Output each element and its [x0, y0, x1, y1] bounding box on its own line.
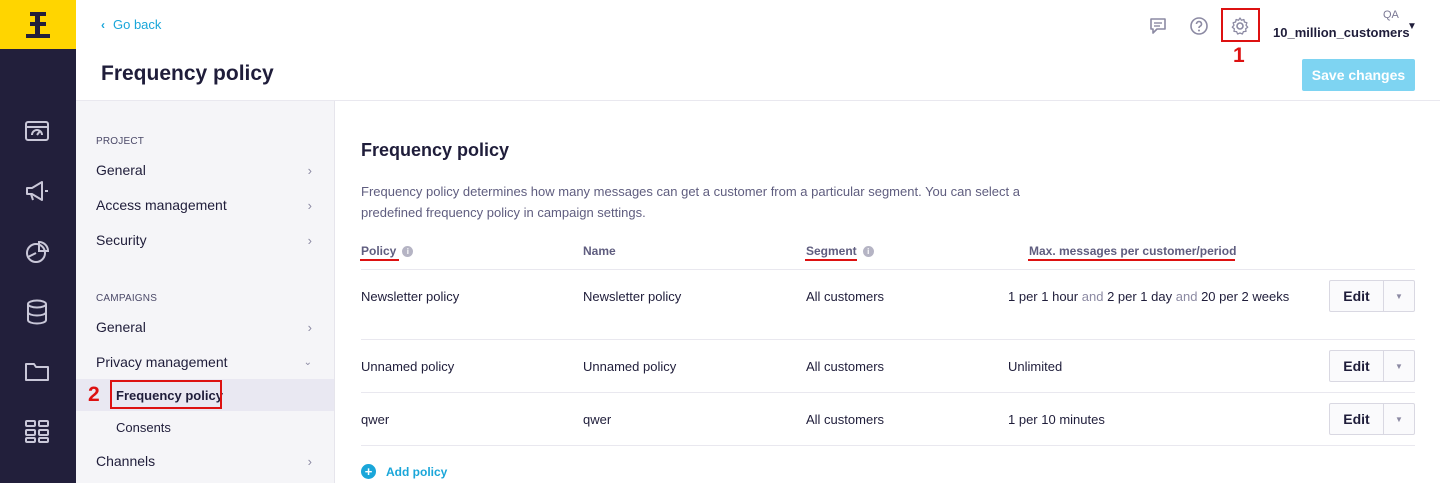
cell-policy: qwer	[361, 412, 390, 427]
segment-underline	[805, 259, 857, 261]
help-icon[interactable]	[1187, 14, 1211, 38]
go-back-link[interactable]: ‹ Go back	[101, 17, 161, 32]
frequency-policy-highlight-box	[110, 380, 222, 409]
folder-icon[interactable]	[22, 356, 52, 386]
cell-segment: All customers	[806, 289, 885, 304]
column-header-label: Segment	[806, 244, 857, 258]
caret-down-icon[interactable]: ▼	[1384, 351, 1414, 381]
apps-grid-icon[interactable]	[22, 416, 52, 446]
cell-max-messages: Unlimited	[1008, 359, 1063, 374]
chat-icon[interactable]	[1146, 14, 1170, 38]
section-title: Frequency policy	[361, 140, 510, 160]
edit-button-group: Edit ▼	[1329, 350, 1415, 382]
annotation-number-1: 1	[1233, 44, 1245, 67]
annotation-number-2: 2	[88, 383, 100, 406]
conjunction-text: and	[1081, 289, 1104, 304]
sidebar-item-label: General	[96, 319, 146, 335]
sidebar-item-label: Channels	[96, 453, 156, 469]
column-header-policy: Policy i	[361, 244, 414, 258]
column-header-max-messages: Max. messages per customer/period	[1029, 244, 1236, 258]
column-header-segment: Segment i	[806, 244, 874, 258]
sidebar-item-general[interactable]: General ›	[76, 153, 334, 187]
column-header-label: Name	[583, 244, 616, 258]
edit-button-group: Edit ▼	[1329, 280, 1415, 312]
chevron-right-icon: ›	[307, 197, 312, 213]
sidebar-item-channels[interactable]: Channels ›	[76, 444, 334, 478]
limit-text: 20 per 2 weeks	[1201, 289, 1290, 304]
settings-sidebar: PROJECT General › Access management › Se…	[76, 101, 335, 483]
caret-down-icon[interactable]: ▼	[1407, 21, 1417, 32]
chevron-right-icon: ›	[307, 319, 312, 335]
section-heading-project: PROJECT	[96, 136, 145, 147]
left-rail	[0, 0, 76, 483]
info-icon[interactable]: i	[402, 245, 414, 257]
go-back-label: Go back	[113, 17, 162, 32]
sidebar-item-label: General	[96, 162, 146, 178]
max-messages-underline	[1028, 259, 1235, 261]
dashboard-icon[interactable]	[22, 116, 52, 146]
table-divider	[361, 269, 1415, 270]
chevron-down-icon: ⌄	[303, 356, 312, 368]
cell-segment: All customers	[806, 359, 885, 374]
edit-button[interactable]: Edit	[1330, 281, 1384, 311]
edit-button[interactable]: Edit	[1330, 404, 1384, 434]
section-heading-campaigns: CAMPAIGNS	[96, 293, 158, 304]
add-policy-button[interactable]: + Add policy	[361, 464, 447, 479]
exponea-logo[interactable]	[0, 0, 76, 49]
cell-max-messages: 1 per 1 hour and 2 per 1 day and 20 per …	[1008, 288, 1298, 305]
page-title: Frequency policy	[101, 62, 274, 85]
limit-text: 2 per 1 day	[1107, 289, 1173, 304]
cell-policy: Newsletter policy	[361, 289, 460, 304]
cell-name: qwer	[583, 412, 612, 427]
account-environment: QA	[1383, 9, 1399, 21]
sidebar-item-label: Consents	[116, 419, 171, 435]
table-divider	[361, 339, 1415, 340]
column-header-label: Max. messages per customer/period	[1029, 244, 1237, 258]
cell-segment: All customers	[806, 412, 885, 427]
cell-max-messages: 1 per 10 minutes	[1008, 412, 1105, 427]
sidebar-subitem-consents[interactable]: Consents	[76, 411, 334, 443]
limit-text: 1 per 1 hour	[1008, 289, 1079, 304]
table-divider	[361, 392, 1415, 393]
chevron-left-icon: ‹	[101, 17, 105, 32]
conjunction-text: and	[1175, 289, 1198, 304]
chevron-right-icon: ›	[307, 232, 312, 248]
sidebar-item-label: Access management	[96, 197, 227, 213]
logo-mark	[26, 11, 50, 38]
sidebar-item-campaigns-general[interactable]: General ›	[76, 310, 334, 344]
plus-circle-icon: +	[361, 464, 376, 479]
column-header-label: Policy	[361, 244, 397, 258]
info-icon[interactable]: i	[862, 245, 874, 257]
sidebar-item-label: Privacy management	[96, 354, 228, 370]
pie-chart-icon[interactable]	[22, 237, 52, 267]
sidebar-item-security[interactable]: Security ›	[76, 223, 334, 257]
section-description: Frequency policy determines how many mes…	[361, 184, 1020, 220]
edit-button[interactable]: Edit	[1330, 351, 1384, 381]
cell-policy: Unnamed policy	[361, 359, 455, 374]
megaphone-icon[interactable]	[22, 176, 52, 206]
sidebar-item-label: Security	[96, 232, 147, 248]
table-divider	[361, 445, 1415, 446]
column-header-name: Name	[583, 244, 616, 258]
gear-highlight-box	[1221, 8, 1260, 42]
add-policy-label: Add policy	[386, 464, 448, 479]
chevron-right-icon: ›	[307, 162, 312, 178]
sidebar-item-privacy-management[interactable]: Privacy management ⌄	[76, 345, 334, 379]
edit-button-group: Edit ▼	[1329, 403, 1415, 435]
database-icon[interactable]	[22, 297, 52, 327]
cell-name: Newsletter policy	[583, 289, 682, 304]
save-changes-button[interactable]: Save changes	[1302, 59, 1415, 91]
caret-down-icon[interactable]: ▼	[1384, 281, 1414, 311]
cell-name: Unnamed policy	[583, 359, 677, 374]
chevron-right-icon: ›	[307, 453, 312, 469]
policy-underline	[360, 259, 399, 261]
caret-down-icon[interactable]: ▼	[1384, 404, 1414, 434]
sidebar-item-access-management[interactable]: Access management ›	[76, 188, 334, 222]
account-switcher[interactable]: 10_million_customers	[1273, 25, 1410, 40]
